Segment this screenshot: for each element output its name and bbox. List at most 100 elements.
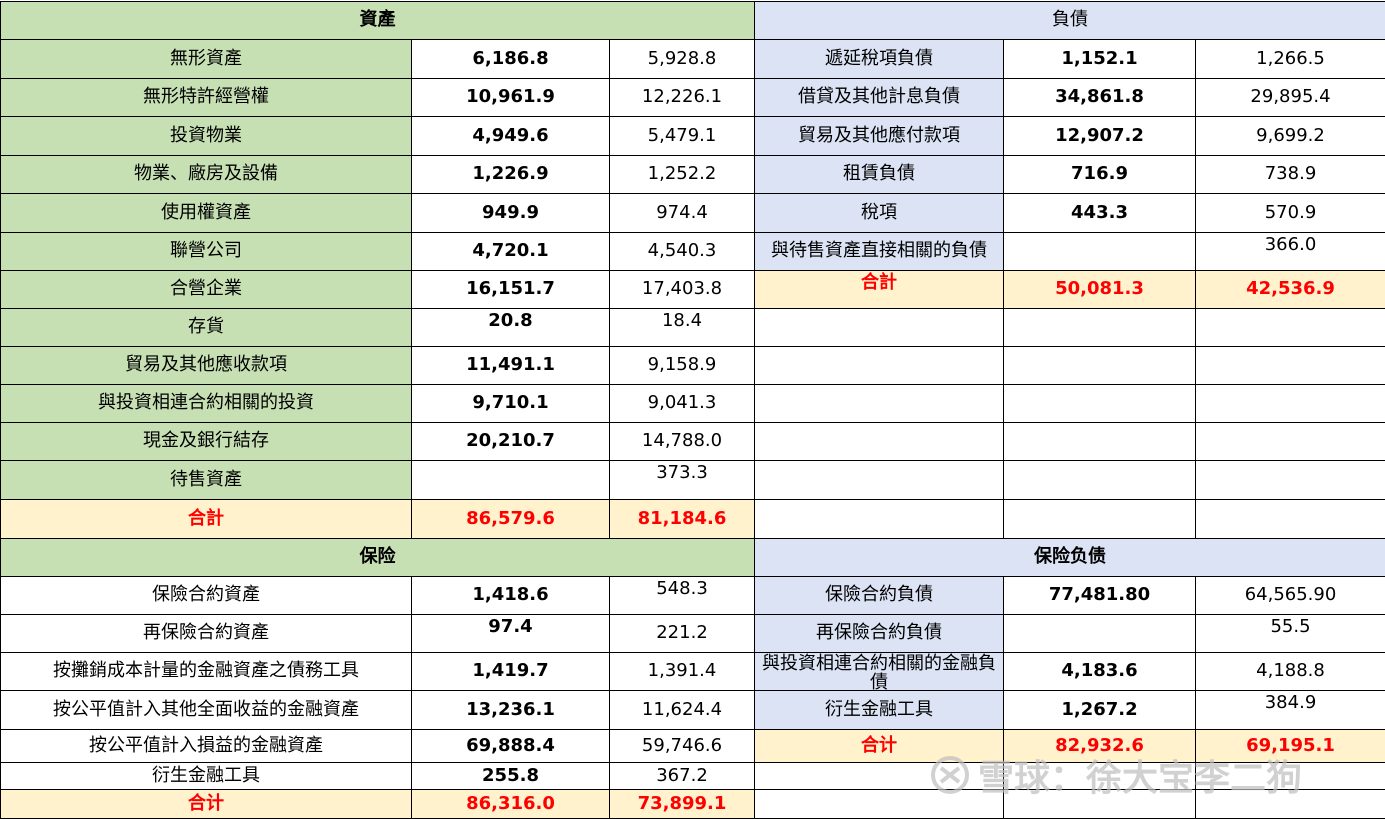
asset-row-current: 949.9 (411, 193, 610, 233)
asset-row-current: 10,961.9 (411, 78, 610, 117)
empty-cell (1195, 422, 1385, 461)
insurance-liability-row-label: 再保險合約負債 (754, 614, 1004, 653)
liability-row-prior: 366.0 (1195, 232, 1385, 271)
empty-cell (1195, 384, 1385, 423)
empty-cell (1195, 460, 1385, 500)
insurance-liability-row-current: 4,183.6 (1003, 652, 1196, 691)
empty-cell (1003, 460, 1196, 500)
asset-row-label: 與投資相連合約相關的投資 (0, 384, 412, 423)
asset-row-current: 4,720.1 (411, 232, 610, 271)
liability-row-label: 租賃負債 (754, 155, 1004, 194)
insurance-liability-row-label: 與投資相連合約相關的金融負債 (754, 652, 1004, 691)
empty-cell (1003, 346, 1196, 385)
liability-row-label: 貿易及其他應付款項 (754, 116, 1004, 156)
empty-cell (1195, 308, 1385, 347)
insurance-row-current: 13,236.1 (411, 690, 610, 730)
insurance-row-current: 97.4 (411, 614, 610, 653)
liability-row-prior: 570.9 (1195, 193, 1385, 233)
empty-cell (1003, 789, 1196, 819)
insurance-row-current: 69,888.4 (411, 729, 610, 763)
empty-cell (754, 499, 1004, 539)
asset-row-label: 無形資產 (0, 39, 412, 79)
liability-row-label: 稅項 (754, 193, 1004, 233)
asset-row-current: 9,710.1 (411, 384, 610, 423)
liability-row-prior: 1,266.5 (1195, 39, 1385, 79)
insurance-row-prior: 367.2 (609, 762, 755, 790)
insurance-row-current: 1,419.7 (411, 652, 610, 691)
insurance-liability-row-prior: 64,565.90 (1195, 576, 1385, 615)
asset-row-current: 1,226.9 (411, 155, 610, 194)
insurance-total-current: 86,316.0 (411, 789, 610, 819)
insurance-row-prior: 1,391.4 (609, 652, 755, 691)
liability-row-current: 443.3 (1003, 193, 1196, 233)
liabilities-total-prior: 42,536.9 (1195, 270, 1385, 309)
empty-cell (1195, 789, 1385, 819)
asset-row-current: 6,186.8 (411, 39, 610, 79)
liabilities-total-label: 合計 (754, 270, 1004, 309)
asset-row-prior: 17,403.8 (609, 270, 755, 309)
insurance-liability-row-label: 保險合約負債 (754, 576, 1004, 615)
liability-row-prior: 738.9 (1195, 155, 1385, 194)
insurance-row-label: 按公平值計入損益的金融資產 (0, 729, 412, 763)
insurance-total-prior: 73,899.1 (609, 789, 755, 819)
insurance-liabilities-total-prior: 69,195.1 (1195, 729, 1385, 763)
asset-row-label: 投資物業 (0, 116, 412, 156)
asset-row-current (411, 460, 610, 500)
insurance-liabilities-header: 保险负债 (754, 538, 1385, 577)
asset-row-prior: 5,928.8 (609, 39, 755, 79)
insurance-row-prior: 221.2 (609, 614, 755, 653)
asset-row-label: 使用權資產 (0, 193, 412, 233)
insurance-liability-row-current: 77,481.80 (1003, 576, 1196, 615)
asset-row-label: 無形特許經營權 (0, 78, 412, 117)
asset-row-prior: 974.4 (609, 193, 755, 233)
asset-row-prior: 9,158.9 (609, 346, 755, 385)
liabilities-header: 負債 (754, 1, 1385, 40)
asset-row-label: 貿易及其他應收款項 (0, 346, 412, 385)
assets-total-current: 86,579.6 (411, 499, 610, 539)
asset-row-prior: 1,252.2 (609, 155, 755, 194)
empty-cell (1195, 346, 1385, 385)
empty-cell (754, 789, 1004, 819)
insurance-total-label: 合计 (0, 789, 412, 819)
insurance-liabilities-total-current: 82,932.6 (1003, 729, 1196, 763)
empty-cell (754, 308, 1004, 347)
empty-cell (1003, 499, 1196, 539)
empty-cell (754, 346, 1004, 385)
liability-row-label: 遞延稅項負債 (754, 39, 1004, 79)
assets-header: 資產 (0, 1, 755, 40)
asset-row-current: 4,949.6 (411, 116, 610, 156)
asset-row-prior: 9,041.3 (609, 384, 755, 423)
asset-row-label: 聯營公司 (0, 232, 412, 271)
empty-cell (1003, 422, 1196, 461)
liability-row-current: 716.9 (1003, 155, 1196, 194)
empty-cell (1003, 762, 1196, 790)
insurance-row-prior: 548.3 (609, 576, 755, 615)
insurance-row-prior: 11,624.4 (609, 690, 755, 730)
insurance-header: 保险 (0, 538, 755, 577)
liability-row-prior: 9,699.2 (1195, 116, 1385, 156)
insurance-row-current: 255.8 (411, 762, 610, 790)
insurance-liability-row-label: 衍生金融工具 (754, 690, 1004, 730)
asset-row-prior: 5,479.1 (609, 116, 755, 156)
empty-cell (1003, 308, 1196, 347)
insurance-liability-row-current (1003, 614, 1196, 653)
empty-cell (1195, 499, 1385, 539)
assets-total-label: 合計 (0, 499, 412, 539)
liabilities-total-current: 50,081.3 (1003, 270, 1196, 309)
asset-row-current: 16,151.7 (411, 270, 610, 309)
balance-sheet-table: 資產 負債無形資產 6,186.8 5,928.8 無形特許經營權 10,961.9 12,… (0, 0, 1385, 819)
asset-row-prior: 14,788.0 (609, 422, 755, 461)
assets-total-prior: 81,184.6 (609, 499, 755, 539)
asset-row-label: 合營企業 (0, 270, 412, 309)
insurance-row-current: 1,418.6 (411, 576, 610, 615)
liability-row-current: 34,861.8 (1003, 78, 1196, 117)
empty-cell (754, 762, 1004, 790)
liability-row-current (1003, 232, 1196, 271)
insurance-liability-row-prior: 4,188.8 (1195, 652, 1385, 691)
insurance-row-label: 再保險合約資產 (0, 614, 412, 653)
asset-row-current: 11,491.1 (411, 346, 610, 385)
asset-row-prior: 4,540.3 (609, 232, 755, 271)
empty-cell (754, 422, 1004, 461)
liability-row-label: 借貸及其他計息負債 (754, 78, 1004, 117)
asset-row-prior: 12,226.1 (609, 78, 755, 117)
